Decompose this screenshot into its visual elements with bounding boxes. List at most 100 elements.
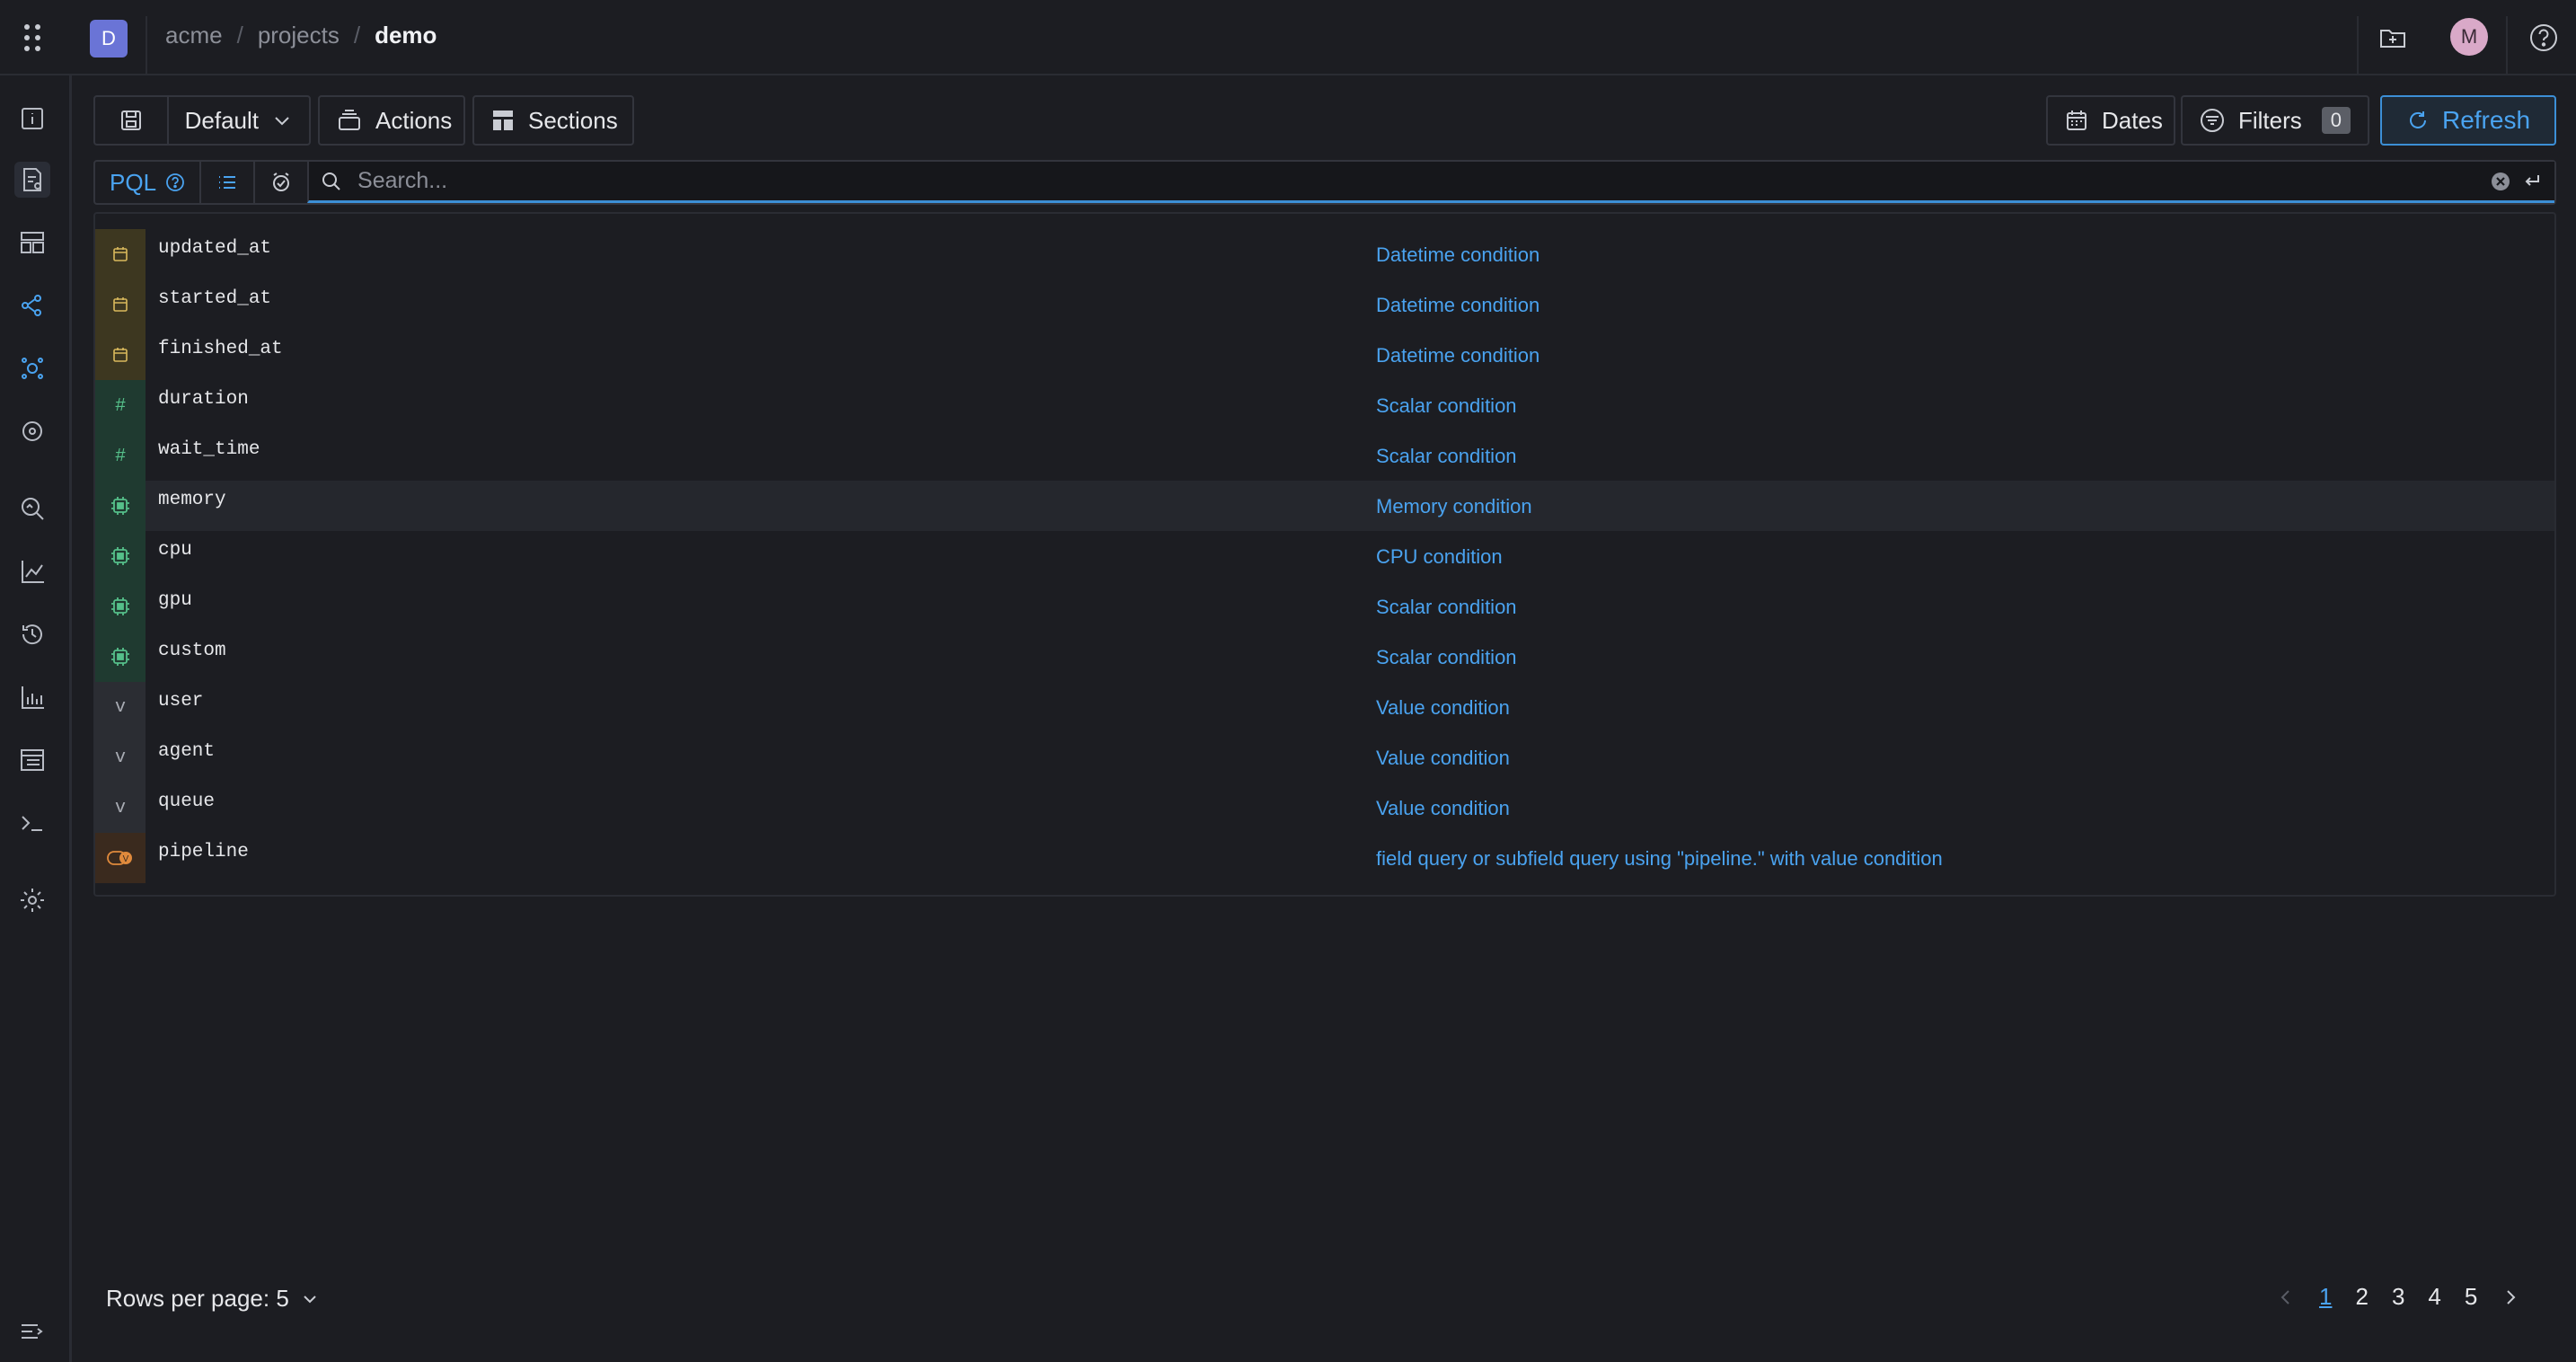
field-name: cpu	[158, 540, 192, 561]
condition-description: Scalar condition	[1376, 596, 1517, 618]
pql-label: PQL	[110, 168, 157, 196]
breadcrumb: acme / projects / demo	[165, 22, 437, 49]
breadcrumb-projects[interactable]: projects	[258, 22, 340, 49]
suggestion-row[interactable]: cpu CPU condition	[95, 531, 2554, 581]
lineage-graph-icon[interactable]	[14, 287, 50, 323]
info-icon[interactable]	[14, 101, 50, 137]
collapse-sidebar-icon[interactable]	[14, 1313, 50, 1349]
view-selector-group: Default	[93, 95, 311, 146]
search-bar: PQL	[93, 160, 2556, 205]
search-analytics-icon[interactable]	[14, 491, 50, 526]
settings-gear-icon[interactable]	[14, 882, 50, 918]
view-select[interactable]: Default	[169, 97, 309, 144]
chart-line-icon[interactable]	[14, 553, 50, 589]
suggestion-row[interactable]: # wait_time Scalar condition	[95, 430, 2554, 481]
condition-description: Memory condition	[1376, 495, 1532, 517]
field-name: started_at	[158, 288, 272, 309]
chip-type-icon	[95, 632, 146, 682]
field-name: memory	[158, 490, 226, 510]
topbar-divider	[2357, 16, 2359, 74]
breadcrumb-separator: /	[236, 22, 243, 49]
field-name: agent	[158, 741, 216, 762]
history-icon[interactable]	[14, 616, 50, 652]
field-name: custom	[158, 641, 226, 661]
chevron-down-icon	[304, 1295, 316, 1303]
topbar-divider	[2506, 16, 2508, 74]
rows-per-page-select[interactable]: Rows per page: 5	[106, 1285, 320, 1313]
user-avatar[interactable]: M	[2450, 18, 2488, 56]
suggestion-row[interactable]: custom Scalar condition	[95, 632, 2554, 682]
suggestion-row[interactable]: started_at Datetime condition	[95, 279, 2554, 330]
field-name: updated_at	[158, 238, 272, 259]
new-folder-icon[interactable]	[2375, 20, 2411, 56]
runs-settings-icon[interactable]	[14, 162, 50, 198]
field-name: user	[158, 691, 204, 712]
sync-icon[interactable]	[14, 413, 50, 449]
calendar-type-icon	[95, 279, 146, 330]
previous-page-icon[interactable]	[2276, 1287, 2296, 1307]
field-suggestions-list: updated_at Datetime condition started_at Da…	[93, 212, 2556, 897]
list-view-icon[interactable]	[199, 162, 253, 203]
actions-button[interactable]: Actions	[318, 95, 465, 146]
suggestion-row[interactable]: # duration Scalar condition	[95, 380, 2554, 430]
suggestion-row[interactable]: v queue Value condition	[95, 783, 2554, 833]
page-number[interactable]: 5	[2465, 1283, 2477, 1311]
top-bar: D acme / projects / demo M	[0, 0, 2576, 75]
enter-key-icon[interactable]	[2522, 172, 2542, 191]
condition-description: Scalar condition	[1376, 445, 1517, 467]
view-select-label: Default	[184, 106, 259, 134]
condition-description: CPU condition	[1376, 545, 1503, 568]
calendar-icon	[2067, 111, 2086, 130]
number-type-icon: #	[95, 380, 146, 430]
left-sidebar	[0, 75, 72, 1362]
clear-search-icon[interactable]	[2490, 171, 2511, 192]
suggestion-row[interactable]: memory Memory condition	[95, 481, 2554, 531]
bar-chart-icon[interactable]	[14, 679, 50, 715]
filters-button[interactable]: Filters 0	[2181, 95, 2369, 146]
condition-description: field query or subfield query using "pip…	[1376, 847, 1943, 870]
chip-type-icon	[95, 531, 146, 581]
pipeline-type-icon: V	[95, 833, 146, 883]
saved-query-icon[interactable]	[253, 162, 307, 203]
page-number[interactable]: 4	[2428, 1283, 2440, 1311]
search-icon	[322, 172, 340, 190]
condition-description: Datetime condition	[1376, 243, 1540, 266]
page-number[interactable]: 3	[2392, 1283, 2404, 1311]
calendar-type-icon	[95, 229, 146, 279]
pql-mode-toggle[interactable]: PQL	[95, 162, 199, 203]
refresh-button[interactable]: Refresh	[2380, 95, 2556, 146]
page-number[interactable]: 1	[2319, 1283, 2332, 1311]
condition-description: Scalar condition	[1376, 394, 1517, 417]
suggestion-row[interactable]: updated_at Datetime condition	[95, 229, 2554, 279]
help-circle-icon[interactable]	[165, 172, 185, 192]
filters-count-badge: 0	[2321, 107, 2351, 134]
suggestion-row[interactable]: Vpipeline field query or subfield query u…	[95, 833, 2554, 883]
next-page-icon[interactable]	[2501, 1287, 2520, 1307]
condition-description: Value condition	[1376, 747, 1510, 769]
help-icon[interactable]	[2526, 20, 2562, 56]
sections-label: Sections	[528, 106, 618, 134]
save-view-icon[interactable]	[95, 97, 167, 144]
search-input[interactable]	[356, 167, 2490, 195]
app-grid-menu-icon[interactable]	[18, 20, 47, 56]
suggestion-row[interactable]: finished_at Datetime condition	[95, 330, 2554, 380]
breadcrumb-org[interactable]: acme	[165, 22, 223, 49]
suggestion-row[interactable]: v user Value condition	[95, 682, 2554, 732]
project-logo[interactable]: D	[90, 20, 128, 57]
condition-description: Datetime condition	[1376, 344, 1540, 367]
page-number[interactable]: 2	[2355, 1283, 2368, 1311]
dashboard-layout-icon[interactable]	[14, 225, 50, 261]
chip-type-icon	[95, 481, 146, 531]
topbar-divider	[146, 16, 147, 74]
suggestion-row[interactable]: gpu Scalar condition	[95, 581, 2554, 632]
components-hub-icon[interactable]	[14, 350, 50, 386]
sections-button[interactable]: Sections	[472, 95, 634, 146]
dates-button[interactable]: Dates	[2046, 95, 2175, 146]
refresh-icon	[2409, 111, 2426, 128]
terminal-icon[interactable]	[14, 805, 50, 841]
filters-label: Filters	[2238, 106, 2302, 134]
suggestion-row[interactable]: v agent Value condition	[95, 732, 2554, 783]
table-list-icon[interactable]	[14, 742, 50, 778]
field-name: wait_time	[158, 439, 260, 460]
field-name: finished_at	[158, 339, 283, 359]
